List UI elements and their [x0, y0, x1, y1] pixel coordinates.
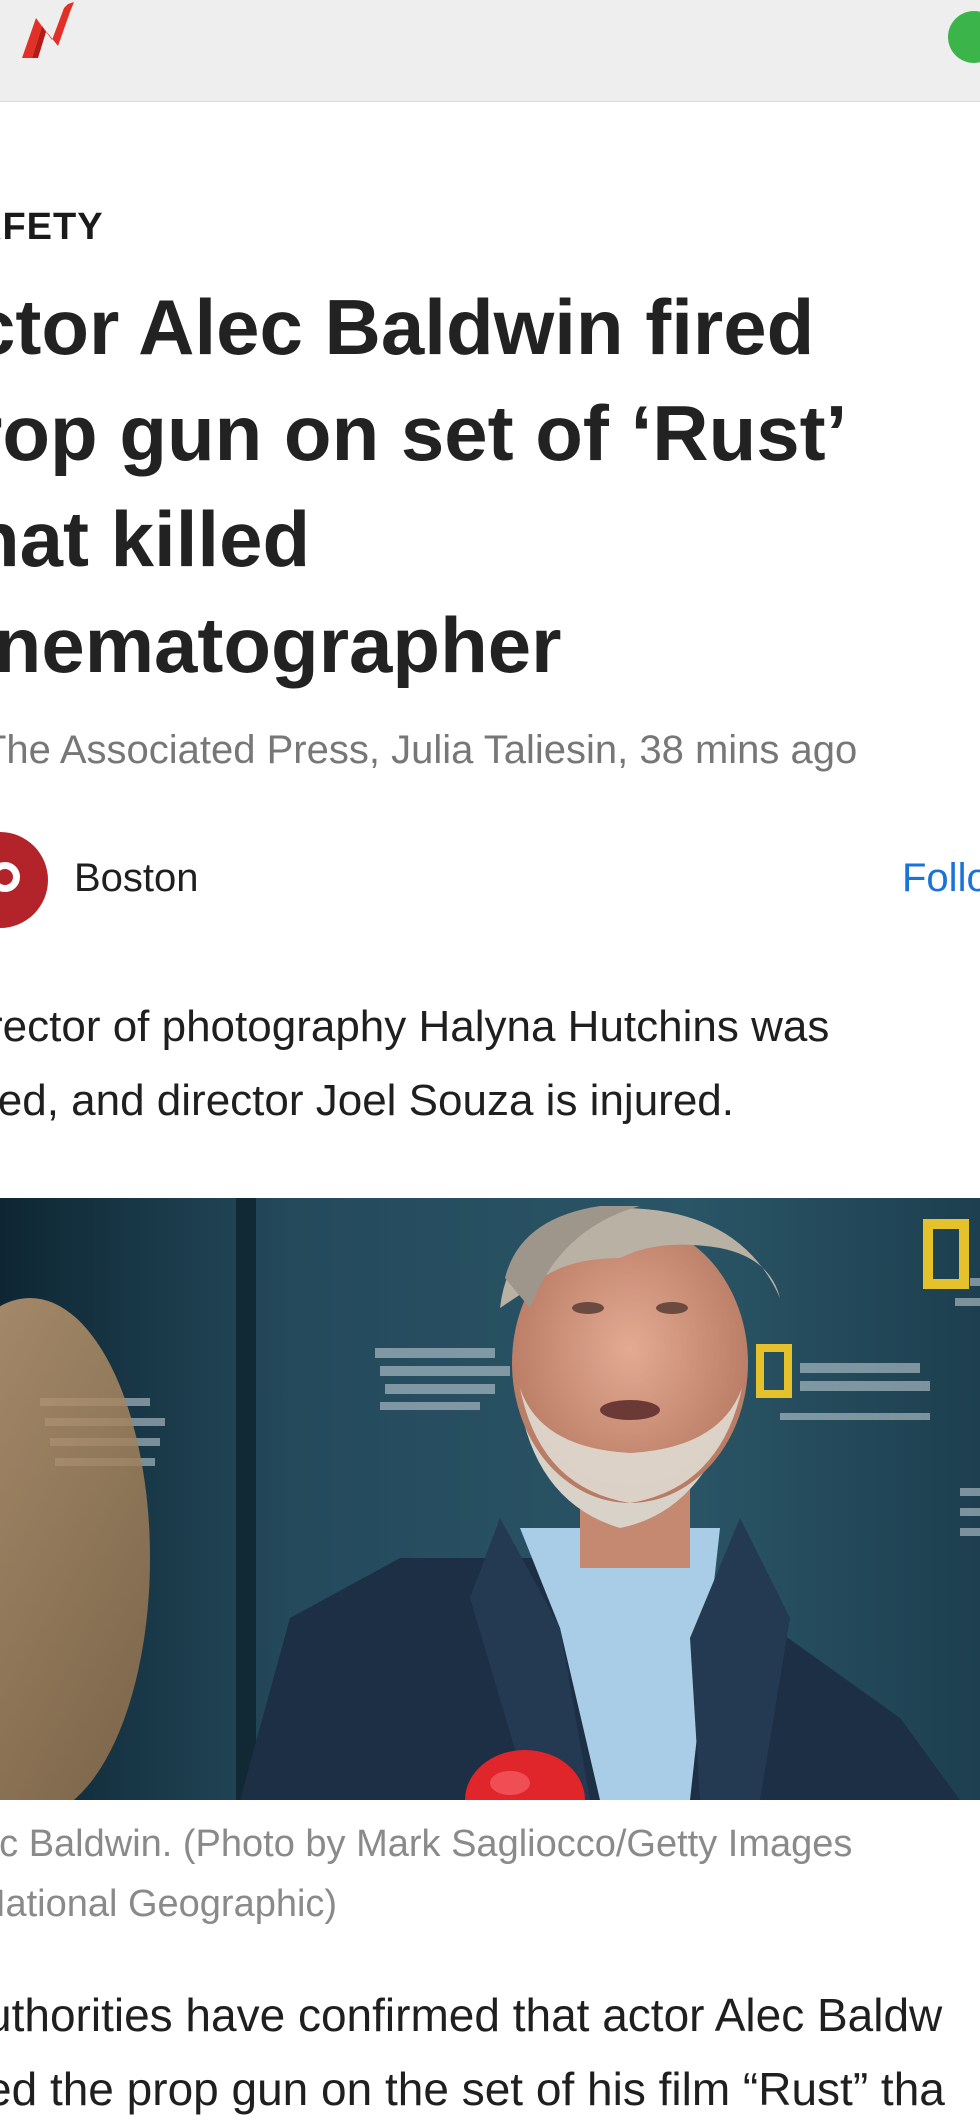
- summary-line: led, and director Joel Souza is injured.: [0, 1076, 734, 1125]
- caption-line: ec Baldwin. (Photo by Mark Sagliocco/Get…: [0, 1823, 853, 1865]
- article-body: uthorities have confirmed that actor Ale…: [0, 1978, 945, 2121]
- article-photo[interactable]: [0, 1198, 980, 1800]
- source-name[interactable]: Boston: [74, 856, 199, 901]
- body-line: ed the prop gun on the set of his film “…: [0, 2063, 945, 2115]
- summary-line: rector of photography Halyna Hutchins wa…: [0, 1002, 830, 1051]
- photo-caption: ec Baldwin. (Photo by Mark Sagliocco/Get…: [0, 1814, 852, 1934]
- source-row: Boston Follo: [0, 826, 980, 928]
- headline-line: rop gun on set of ‘Rust’: [0, 389, 848, 477]
- headline-line: ctor Alec Baldwin fired: [0, 283, 815, 371]
- article-headline: ctor Alec Baldwin fired rop gun on set o…: [0, 274, 980, 698]
- profile-avatar-icon[interactable]: [948, 11, 980, 63]
- article-category[interactable]: AFETY: [0, 206, 104, 249]
- article-page: AFETY ctor Alec Baldwin fired rop gun on…: [0, 0, 980, 2121]
- top-bar: [0, 0, 980, 102]
- article-byline: The Associated Press, Julia Taliesin, 38…: [0, 728, 858, 772]
- body-line: uthorities have confirmed that actor Ale…: [0, 1989, 943, 2041]
- headline-line: inematographer: [0, 601, 562, 689]
- follow-button[interactable]: Follo: [902, 856, 980, 901]
- source-logo-icon[interactable]: [0, 832, 48, 928]
- headline-line: hat killed: [0, 495, 311, 583]
- msn-logo-icon[interactable]: [18, 0, 90, 68]
- caption-line: National Geographic): [0, 1883, 338, 1925]
- article-summary: rector of photography Halyna Hutchins wa…: [0, 990, 829, 1138]
